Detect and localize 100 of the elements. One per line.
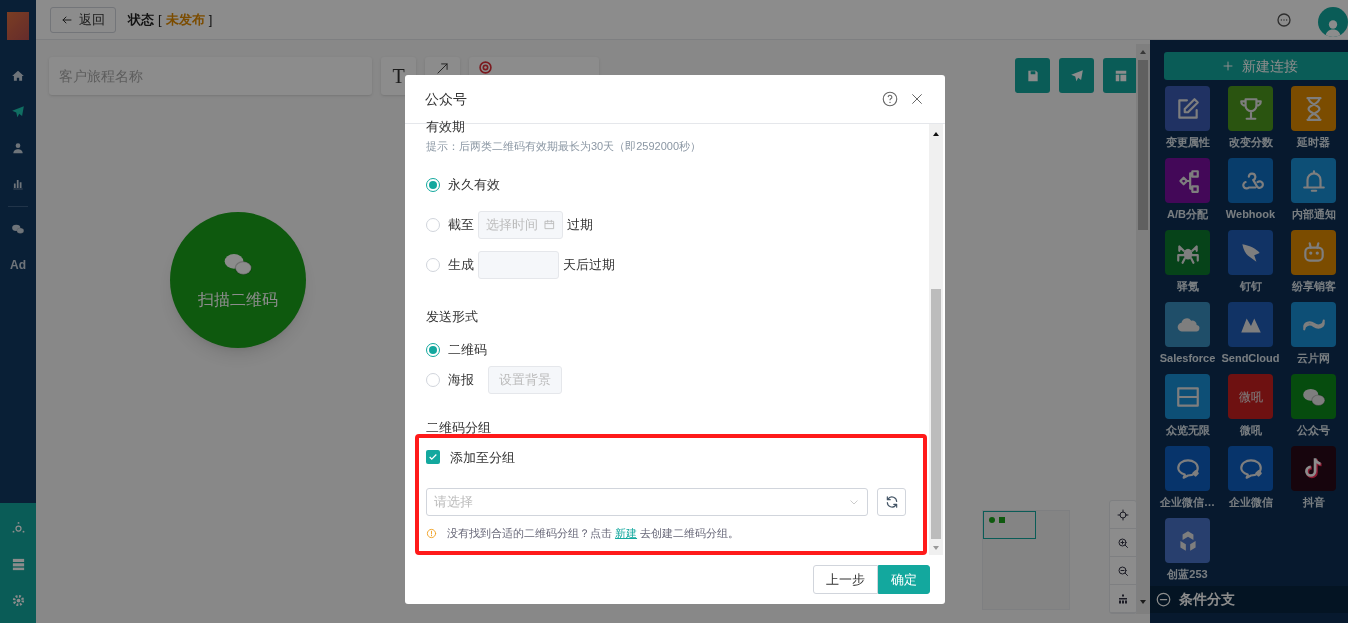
component-label: 抖音 — [1302, 495, 1325, 510]
option-label: 海报 — [448, 371, 474, 390]
warning-icon — [426, 527, 437, 539]
minimap-node-icon — [999, 517, 1005, 523]
component-tile[interactable] — [1165, 446, 1210, 491]
refresh-icon — [884, 495, 899, 509]
component-tile[interactable] — [1228, 302, 1273, 347]
bracket-text: [ — [158, 10, 162, 29]
component-tile[interactable] — [1291, 158, 1336, 203]
status-label: 状态 — [128, 10, 154, 29]
component-tile[interactable] — [1228, 446, 1273, 491]
chat-icon — [1276, 11, 1292, 28]
calendar-icon — [544, 219, 555, 230]
previous-step-button[interactable]: 上一步 — [813, 565, 878, 594]
hint-text: 提示：后两类二维码有效期最长为30天（即2592000秒） — [426, 139, 703, 154]
component-tile[interactable] — [1291, 230, 1336, 275]
create-link[interactable]: 新建 — [615, 527, 638, 539]
help-button[interactable] — [881, 90, 899, 108]
component-label: 钉钉 — [1239, 279, 1262, 294]
component-tile[interactable] — [1165, 230, 1210, 275]
component-tile[interactable] — [1165, 374, 1210, 419]
section-heading: 发送形式 — [426, 307, 479, 326]
component-label: 云片网 — [1297, 351, 1330, 366]
component-tile[interactable] — [1165, 86, 1210, 131]
save-button[interactable] — [1015, 58, 1050, 93]
component-label: 公众号 — [1297, 423, 1330, 438]
component-label: 延时器 — [1297, 135, 1330, 150]
zoom-in-icon — [1117, 536, 1129, 549]
condition-branch-header[interactable]: 条件分支 — [1150, 586, 1348, 613]
component-tile[interactable] — [1165, 518, 1210, 563]
confirm-button[interactable]: 确定 — [878, 565, 930, 594]
component-tile[interactable] — [1291, 374, 1336, 419]
component-label: Webhook — [1225, 207, 1276, 222]
bracket-text: ] — [208, 10, 213, 29]
date-field[interactable]: 选择时间 — [478, 210, 563, 239]
component-tile[interactable] — [1165, 302, 1210, 347]
qr-scan-node[interactable]: 扫描二维码 — [170, 212, 306, 348]
component-label: 微吼 — [1239, 423, 1262, 438]
paper-plane-icon — [11, 105, 25, 119]
checkbox-label: 添加至分组 — [450, 448, 515, 467]
option-label: 生成 — [448, 255, 474, 274]
refresh-button[interactable] — [877, 488, 906, 516]
trophy-icon — [1237, 95, 1264, 122]
component-tile[interactable] — [1228, 158, 1273, 203]
option-label: 永久有效 — [448, 175, 500, 194]
plus-icon — [1222, 60, 1234, 72]
component-tile[interactable] — [1291, 302, 1336, 347]
paper-plane-icon — [1069, 68, 1084, 83]
radio-button[interactable] — [426, 217, 440, 232]
component-label: 改变分数 — [1228, 135, 1273, 150]
sitemap-icon — [1117, 592, 1129, 605]
bell-icon — [1300, 167, 1327, 194]
set-background-button[interactable]: 设置背景 — [488, 366, 562, 394]
component-tile[interactable]: 微吼 — [1228, 374, 1273, 419]
component-label: 驿氪 — [1176, 279, 1199, 294]
group-select[interactable]: 请选择 — [426, 488, 868, 516]
publish-button[interactable] — [1059, 58, 1094, 93]
component-label: Salesforce — [1159, 351, 1216, 366]
component-label: SendCloud — [1221, 351, 1280, 366]
minimap-node-icon — [989, 517, 995, 523]
component-label: 内部通知 — [1291, 207, 1336, 222]
component-label: 众览无限 — [1165, 423, 1210, 438]
component-tile[interactable] — [1228, 86, 1273, 131]
layout-button[interactable] — [1103, 58, 1138, 93]
nav-button[interactable]: Ad — [0, 247, 36, 283]
component-tile[interactable] — [1291, 86, 1336, 131]
component-tile[interactable] — [1165, 158, 1210, 203]
close-button[interactable] — [909, 91, 925, 107]
tip-text: 没有找到合适的二维码分组？点击 新建 去创建二维码分组。 — [447, 526, 740, 541]
crosshair-icon — [1117, 508, 1129, 521]
component-label: 企业微信… — [1160, 495, 1215, 510]
component-label: 企业微信 — [1228, 495, 1273, 510]
chat-bubbles-icon — [11, 222, 25, 236]
component-label: A/B分配 — [1167, 207, 1208, 222]
days-field[interactable] — [478, 250, 559, 279]
section-heading: 二维码分组 — [426, 419, 492, 437]
new-connection-button[interactable]: 新建连接 — [1164, 52, 1348, 80]
settings-icon — [10, 592, 26, 608]
check-icon — [428, 452, 438, 463]
radio-button[interactable] — [426, 257, 440, 272]
network-icon — [10, 520, 26, 536]
help-icon — [881, 90, 899, 108]
home-icon — [11, 69, 25, 83]
layout-icon — [1113, 68, 1128, 83]
date-placeholder: 选择时间 — [486, 215, 538, 234]
dialog-title: 公众号 — [425, 89, 468, 109]
component-label: 变更属性 — [1165, 135, 1210, 150]
bar-chart-icon — [11, 177, 25, 191]
component-tile[interactable] — [1228, 230, 1273, 275]
option-suffix: 过期 — [567, 215, 593, 234]
option-label: 截至 — [448, 215, 474, 234]
radio-button[interactable] — [426, 373, 440, 387]
checkbox[interactable] — [426, 450, 440, 465]
node-label: 扫描二维码 — [198, 290, 278, 310]
status-value: 未发布 — [165, 10, 205, 29]
back-button[interactable]: 返回 — [50, 6, 116, 33]
component-tile[interactable] — [1291, 446, 1336, 491]
option-suffix: 天后过期 — [563, 255, 615, 274]
server-icon — [10, 556, 26, 572]
diagonal-arrow-icon — [437, 63, 448, 74]
